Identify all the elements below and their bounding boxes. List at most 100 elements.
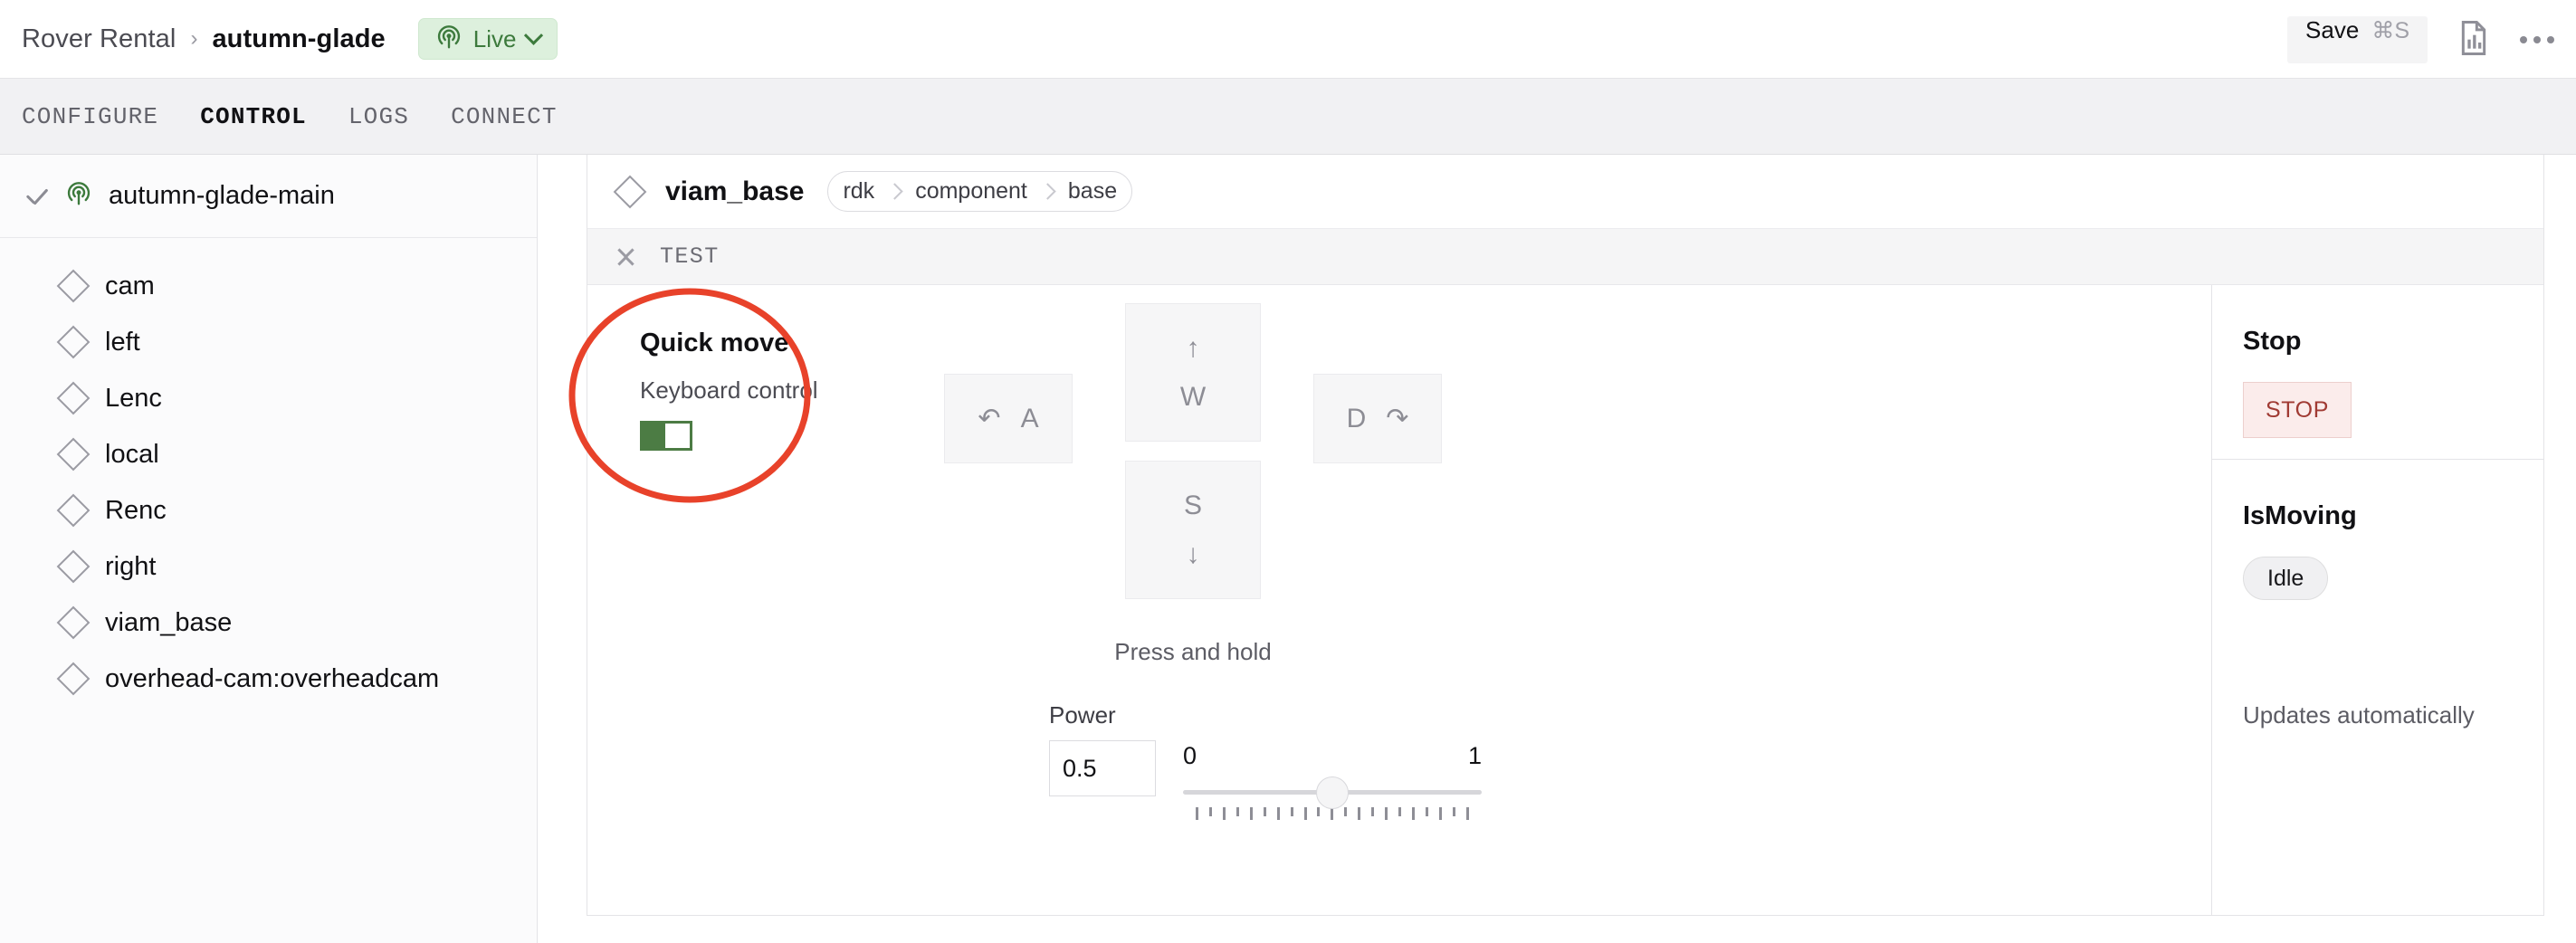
diamond-icon <box>56 493 91 528</box>
key-label: D <box>1346 403 1367 433</box>
sidebar-item-left[interactable]: left <box>0 314 537 370</box>
keyboard-control-toggle[interactable] <box>640 421 692 451</box>
diamond-icon <box>56 662 91 696</box>
top-bar-actions: Save ⌘S <box>2287 0 2554 79</box>
tab-configure[interactable]: CONFIGURE <box>22 103 158 130</box>
tab-bar: CONFIGURE CONTROL LOGS CONNECT <box>0 79 2576 155</box>
key-d-right[interactable]: D ↷ <box>1313 374 1442 463</box>
sidebar-machine-label: autumn-glade-main <box>109 181 335 210</box>
slider-min-label: 0 <box>1183 742 1197 769</box>
power-input[interactable] <box>1049 740 1156 796</box>
list-item-label: overhead-cam:overheadcam <box>105 663 440 693</box>
base-control-pane: Quick move Keyboard control ↑ W S ↓ ↶ A … <box>587 285 2212 915</box>
status-badge: Idle <box>2243 557 2329 600</box>
chip-resource-type: component <box>915 178 1027 204</box>
key-s-backward[interactable]: S ↓ <box>1125 461 1261 599</box>
slider-thumb[interactable] <box>1316 776 1349 809</box>
ellipsis-icon <box>2520 35 2554 43</box>
list-item-label: local <box>105 439 159 469</box>
component-card-header: viam_base rdk component base <box>587 155 2543 229</box>
top-bar: Rover Rental › autumn-glade Live Save ⌘S <box>0 0 2576 79</box>
slider-ticks <box>1183 807 1482 820</box>
breadcrumb-org-link[interactable]: Rover Rental <box>22 24 176 54</box>
list-item-label: cam <box>105 271 155 300</box>
component-card-body: Quick move Keyboard control ↑ W S ↓ ↶ A … <box>587 285 2543 915</box>
list-item-label: Lenc <box>105 383 162 413</box>
diamond-icon <box>56 437 91 472</box>
chevron-down-icon <box>524 25 544 45</box>
breadcrumb-machine-name: autumn-glade <box>212 24 386 53</box>
diamond-icon <box>56 605 91 640</box>
ismoving-title: IsMoving <box>2243 501 2357 530</box>
broadcast-icon <box>435 24 463 55</box>
app-root: Rover Rental › autumn-glade Live Save ⌘S <box>0 0 2576 943</box>
keyboard-control-label: Keyboard control <box>640 376 818 404</box>
report-document-button[interactable] <box>2458 20 2489 59</box>
key-a-left[interactable]: ↶ A <box>944 374 1073 463</box>
sidebar-item-cam[interactable]: cam <box>0 258 537 314</box>
diamond-icon <box>613 175 647 208</box>
sidebar-item-machine-main[interactable]: autumn-glade-main <box>0 155 537 238</box>
component-type-chips: rdk component base <box>827 171 1133 212</box>
key-label: A <box>1020 403 1039 433</box>
sidebar-item-local[interactable]: local <box>0 426 537 482</box>
check-icon <box>25 190 49 203</box>
diamond-icon <box>56 269 91 303</box>
test-section-label: TEST <box>660 243 720 270</box>
sidebar-item-overhead-cam[interactable]: overhead-cam:overheadcam <box>0 651 537 707</box>
live-label: Live <box>472 24 517 52</box>
list-item-label: left <box>105 327 140 357</box>
slider-track[interactable] <box>1183 776 1482 809</box>
diamond-icon <box>56 381 91 415</box>
save-button[interactable]: Save ⌘S <box>2287 15 2428 63</box>
arrow-down-icon: ↓ <box>1186 538 1200 569</box>
save-shortcut-label: ⌘S <box>2371 17 2409 43</box>
base-status-pane: Stop STOP IsMoving Idle Updates automati… <box>2212 285 2543 915</box>
press-and-hold-hint: Press and hold <box>1114 638 1272 665</box>
power-control: Power 0 1 <box>1049 701 1482 820</box>
more-options-button[interactable] <box>2520 35 2554 43</box>
tab-control[interactable]: CONTROL <box>200 103 307 130</box>
breadcrumb: Rover Rental › autumn-glade <box>22 24 386 54</box>
ismoving-section: IsMoving Idle <box>2212 459 2543 701</box>
component-card: viam_base rdk component base TEST Quick … <box>587 155 2544 916</box>
toggle-knob <box>665 424 690 448</box>
tab-connect[interactable]: CONNECT <box>451 103 558 130</box>
broadcast-icon <box>65 180 92 212</box>
resource-sidebar: autumn-glade-main cam left Lenc local Re… <box>0 155 538 943</box>
sidebar-item-renc[interactable]: Renc <box>0 482 537 538</box>
document-chart-icon <box>2458 20 2489 59</box>
wasd-keypad: ↑ W S ↓ ↶ A D ↷ Press and hold <box>944 303 1442 665</box>
slider-max-label: 1 <box>1467 742 1482 769</box>
power-slider[interactable]: 0 1 <box>1183 740 1482 820</box>
list-item-label: viam_base <box>105 607 233 637</box>
slider-range-labels: 0 1 <box>1183 742 1482 770</box>
diamond-icon <box>56 549 91 584</box>
tab-logs[interactable]: LOGS <box>348 103 409 130</box>
live-status-dropdown[interactable]: Live <box>417 18 558 60</box>
stop-title: Stop <box>2243 327 2302 356</box>
diamond-icon <box>56 325 91 359</box>
chip-api-namespace: rdk <box>843 178 875 204</box>
save-button-label: Save <box>2305 15 2360 43</box>
quick-move-title: Quick move <box>640 329 789 357</box>
key-w-forward[interactable]: ↑ W <box>1125 303 1261 442</box>
collapse-icon <box>617 241 638 272</box>
power-row: 0 1 <box>1049 740 1482 820</box>
list-item-label: Renc <box>105 495 167 525</box>
list-item-label: right <box>105 551 157 581</box>
test-section-toggle[interactable]: TEST <box>587 229 2543 285</box>
stop-section: Stop STOP <box>2212 285 2543 459</box>
updates-note: Updates automatically <box>2243 701 2475 729</box>
arrow-turn-right-icon: ↷ <box>1386 403 1409 433</box>
arrow-turn-left-icon: ↶ <box>978 403 1001 433</box>
power-label: Power <box>1049 701 1116 729</box>
breadcrumb-separator-icon: › <box>190 26 198 51</box>
component-name: viam_base <box>665 176 805 206</box>
sidebar-item-viam-base[interactable]: viam_base <box>0 595 537 651</box>
sidebar-resource-list: cam left Lenc local Renc right viam_base… <box>0 238 537 707</box>
stop-button[interactable]: STOP <box>2243 382 2352 438</box>
key-label: S <box>1183 490 1202 520</box>
sidebar-item-lenc[interactable]: Lenc <box>0 370 537 426</box>
sidebar-item-right[interactable]: right <box>0 538 537 595</box>
